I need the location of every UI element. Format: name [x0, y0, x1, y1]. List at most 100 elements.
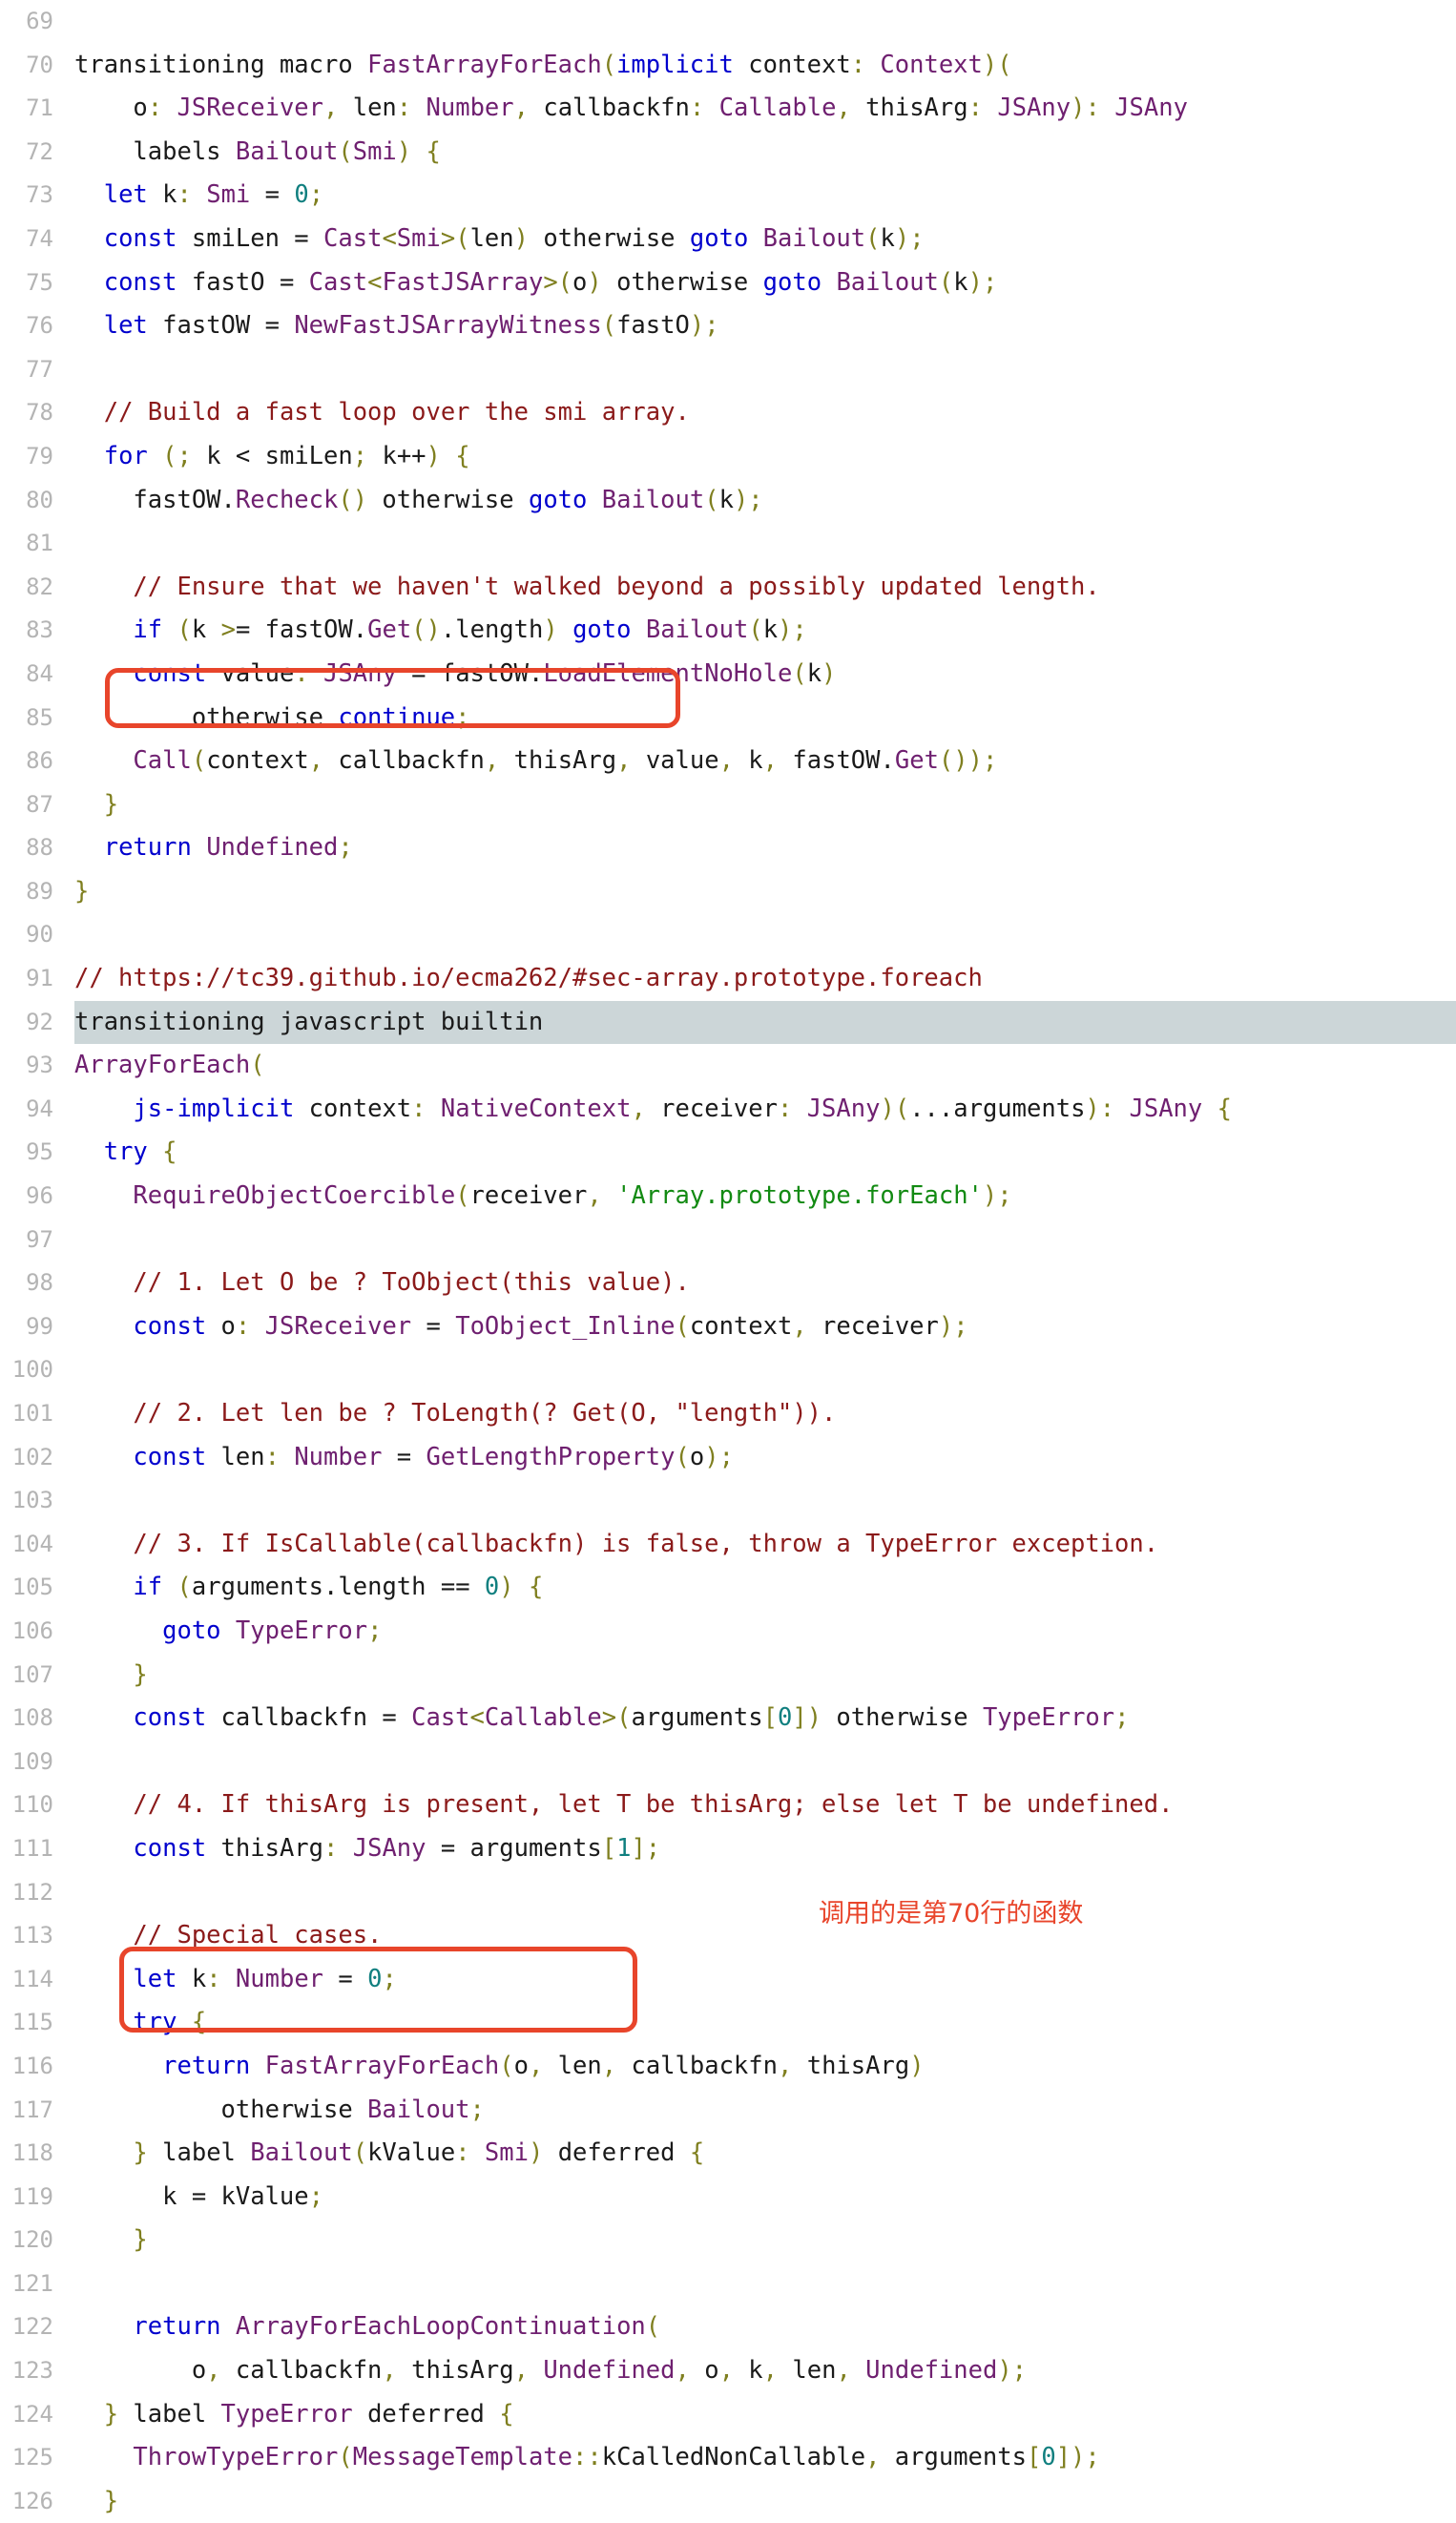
code-line[interactable]: 106 goto TypeError; — [0, 1610, 1456, 1654]
code-text[interactable]: } label Bailout(kValue: Smi) deferred { — [74, 2132, 1456, 2176]
code-text[interactable]: if (k >= fastOW.Get().length) goto Bailo… — [74, 609, 1456, 653]
code-line[interactable]: 109 — [0, 1741, 1456, 1784]
code-line[interactable]: 81 — [0, 522, 1456, 566]
code-line[interactable]: 115 try { — [0, 2001, 1456, 2045]
code-line[interactable]: 105 if (arguments.length == 0) { — [0, 1566, 1456, 1610]
code-line[interactable]: 112 — [0, 1871, 1456, 1915]
code-text[interactable]: // Special cases. — [74, 1914, 1456, 1958]
code-text[interactable]: const len: Number = GetLengthProperty(o)… — [74, 1436, 1456, 1480]
code-text[interactable] — [74, 2262, 1456, 2306]
code-line[interactable]: 75 const fastO = Cast<FastJSArray>(o) ot… — [0, 261, 1456, 305]
code-text[interactable]: otherwise Bailout; — [74, 2089, 1456, 2133]
code-line[interactable]: 111 const thisArg: JSAny = arguments[1]; — [0, 1827, 1456, 1871]
code-text[interactable]: const fastO = Cast<FastJSArray>(o) other… — [74, 261, 1456, 305]
code-line[interactable]: 72 labels Bailout(Smi) { — [0, 131, 1456, 175]
code-text[interactable]: // 1. Let O be ? ToObject(this value). — [74, 1262, 1456, 1305]
code-line[interactable]: 97 — [0, 1219, 1456, 1262]
code-line[interactable]: 82 // Ensure that we haven't walked beyo… — [0, 566, 1456, 610]
code-text[interactable]: // 4. If thisArg is present, let T be th… — [74, 1783, 1456, 1827]
code-line[interactable]: 120 } — [0, 2219, 1456, 2262]
code-line[interactable]: 89} — [0, 870, 1456, 914]
code-text[interactable]: } label TypeError deferred { — [74, 2393, 1456, 2437]
code-text[interactable]: if (arguments.length == 0) { — [74, 1566, 1456, 1610]
code-line[interactable]: 100 — [0, 1348, 1456, 1392]
code-line[interactable]: 125 ThrowTypeError(MessageTemplate::kCal… — [0, 2436, 1456, 2480]
code-text[interactable]: try { — [74, 2001, 1456, 2045]
code-line[interactable]: 104 // 3. If IsCallable(callbackfn) is f… — [0, 1523, 1456, 1567]
code-text[interactable]: return FastArrayForEach(o, len, callback… — [74, 2045, 1456, 2089]
code-line[interactable]: 87 } — [0, 783, 1456, 827]
code-line[interactable]: 85 otherwise continue; — [0, 697, 1456, 740]
code-line[interactable]: 119 k = kValue; — [0, 2176, 1456, 2220]
code-line[interactable]: 80 fastOW.Recheck() otherwise goto Bailo… — [0, 479, 1456, 523]
code-viewer[interactable]: 69 70 transitioning macro FastArrayForEac… — [0, 0, 1456, 2523]
code-line[interactable]: 102 const len: Number = GetLengthPropert… — [0, 1436, 1456, 1480]
code-line[interactable]: 103 — [0, 1479, 1456, 1523]
code-line[interactable]: 116 return FastArrayForEach(o, len, call… — [0, 2045, 1456, 2089]
code-text[interactable]: // https://tc39.github.io/ecma262/#sec-a… — [74, 957, 1456, 1001]
code-line[interactable]: 101 // 2. Let len be ? ToLength(? Get(O,… — [0, 1392, 1456, 1436]
code-line[interactable]: 117 otherwise Bailout; — [0, 2089, 1456, 2133]
code-line[interactable]: 88 return Undefined; — [0, 826, 1456, 870]
code-line[interactable]: 126 } — [0, 2480, 1456, 2523]
code-text[interactable]: RequireObjectCoercible(receiver, 'Array.… — [74, 1175, 1456, 1219]
code-text[interactable]: o, callbackfn, thisArg, Undefined, o, k,… — [74, 2349, 1456, 2393]
code-line[interactable]: 74 const smiLen = Cast<Smi>(len) otherwi… — [0, 218, 1456, 261]
code-text[interactable]: js-implicit context: NativeContext, rece… — [74, 1088, 1456, 1132]
code-text[interactable]: labels Bailout(Smi) { — [74, 131, 1456, 175]
code-line[interactable]: 93 ArrayForEach( — [0, 1044, 1456, 1088]
code-line[interactable]: 73 let k: Smi = 0; — [0, 174, 1456, 218]
code-text[interactable]: ArrayForEach( — [74, 1044, 1456, 1088]
code-text[interactable] — [74, 913, 1456, 957]
code-line[interactable]: 79 for (; k < smiLen; k++) { — [0, 435, 1456, 479]
code-line[interactable]: 124 } label TypeError deferred { — [0, 2393, 1456, 2437]
code-line[interactable]: 122 return ArrayForEachLoopContinuation( — [0, 2305, 1456, 2349]
code-line[interactable]: 90 — [0, 913, 1456, 957]
code-text[interactable]: // 3. If IsCallable(callbackfn) is false… — [74, 1523, 1456, 1567]
code-text[interactable]: // Build a fast loop over the smi array. — [74, 391, 1456, 435]
code-text[interactable]: const smiLen = Cast<Smi>(len) otherwise … — [74, 218, 1456, 261]
code-line[interactable]: 91 // https://tc39.github.io/ecma262/#sec… — [0, 957, 1456, 1001]
code-text[interactable]: let k: Smi = 0; — [74, 174, 1456, 218]
code-text[interactable]: const o: JSReceiver = ToObject_Inline(co… — [74, 1305, 1456, 1349]
code-text[interactable]: transitioning macro FastArrayForEach(imp… — [74, 44, 1456, 88]
code-text[interactable]: return Undefined; — [74, 826, 1456, 870]
code-text[interactable]: for (; k < smiLen; k++) { — [74, 435, 1456, 479]
code-text[interactable]: let k: Number = 0; — [74, 1958, 1456, 2002]
code-line[interactable]: 110 // 4. If thisArg is present, let T b… — [0, 1783, 1456, 1827]
code-line[interactable]: 70 transitioning macro FastArrayForEach(i… — [0, 44, 1456, 88]
code-text[interactable]: otherwise continue; — [74, 697, 1456, 740]
code-line[interactable]: 118 } label Bailout(kValue: Smi) deferre… — [0, 2132, 1456, 2176]
code-line[interactable]: 78 // Build a fast loop over the smi arr… — [0, 391, 1456, 435]
code-line[interactable]: 99 const o: JSReceiver = ToObject_Inline… — [0, 1305, 1456, 1349]
code-line[interactable]: 114 let k: Number = 0; — [0, 1958, 1456, 2002]
code-text[interactable]: let fastOW = NewFastJSArrayWitness(fastO… — [74, 304, 1456, 348]
code-line[interactable]: 92 transitioning javascript builtin — [0, 1000, 1456, 1045]
code-text[interactable]: } — [74, 870, 1456, 914]
code-text[interactable] — [74, 348, 1456, 392]
code-text[interactable]: goto TypeError; — [74, 1610, 1456, 1654]
code-line[interactable]: 71 o: JSReceiver, len: Number, callbackf… — [0, 87, 1456, 131]
code-line[interactable]: 83 if (k >= fastOW.Get().length) goto Ba… — [0, 609, 1456, 653]
code-line[interactable]: 69 — [0, 0, 1456, 44]
code-text[interactable]: // 2. Let len be ? ToLength(? Get(O, "le… — [74, 1392, 1456, 1436]
code-text[interactable] — [74, 522, 1456, 566]
code-line[interactable]: 76 let fastOW = NewFastJSArrayWitness(fa… — [0, 304, 1456, 348]
code-text[interactable] — [74, 1741, 1456, 1784]
code-text[interactable]: k = kValue; — [74, 2176, 1456, 2220]
code-line[interactable]: 96 RequireObjectCoercible(receiver, 'Arr… — [0, 1175, 1456, 1219]
code-text[interactable] — [74, 1871, 1456, 1915]
code-text[interactable]: try { — [74, 1131, 1456, 1175]
code-line[interactable]: 98 // 1. Let O be ? ToObject(this value)… — [0, 1262, 1456, 1305]
code-text[interactable]: transitioning javascript builtin — [74, 1000, 1456, 1045]
code-text[interactable]: fastOW.Recheck() otherwise goto Bailout(… — [74, 479, 1456, 523]
code-text[interactable]: const callbackfn = Cast<Callable>(argume… — [74, 1697, 1456, 1741]
code-text[interactable] — [74, 1219, 1456, 1262]
code-line[interactable]: 108 const callbackfn = Cast<Callable>(ar… — [0, 1697, 1456, 1741]
code-line[interactable]: 107 } — [0, 1654, 1456, 1698]
code-line[interactable]: 94 js-implicit context: NativeContext, r… — [0, 1088, 1456, 1132]
code-text[interactable]: const value: JSAny = fastOW.LoadElementN… — [74, 653, 1456, 697]
code-text[interactable] — [74, 1479, 1456, 1523]
code-text[interactable]: } — [74, 2480, 1456, 2523]
code-text[interactable]: // Ensure that we haven't walked beyond … — [74, 566, 1456, 610]
